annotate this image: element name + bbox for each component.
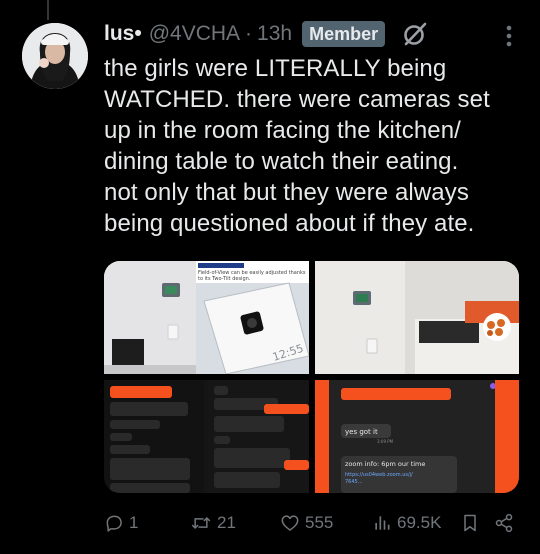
media-image-4[interactable]: yes got it 3:09 PM zoom info: 6pm our ti… xyxy=(314,380,519,493)
repost-icon xyxy=(191,516,211,530)
chat-zoom-label: zoom info: 6pm our time xyxy=(345,460,425,468)
media-image-3[interactable] xyxy=(104,380,309,493)
repost-count: 21 xyxy=(217,513,236,532)
svg-text:to its Two-Tilt design.: to its Two-Tilt design. xyxy=(198,276,251,282)
more-icon[interactable] xyxy=(497,22,521,50)
tweet-header: lus• @4VCHA · 13h Member xyxy=(104,18,429,50)
svg-text:7645...: 7645... xyxy=(345,479,363,485)
media-image-2[interactable] xyxy=(314,261,519,374)
avatar-image xyxy=(22,23,88,89)
reply-icon xyxy=(106,515,122,532)
svg-text:3:09 PM: 3:09 PM xyxy=(377,439,394,444)
action-bar: 1 21 555 69.5K xyxy=(104,508,524,538)
member-badge[interactable]: Member xyxy=(302,21,386,47)
reply-count: 1 xyxy=(129,513,139,532)
bookmark-icon xyxy=(464,514,476,532)
svg-text:https://us04web.zoom.us/j/: https://us04web.zoom.us/j/ xyxy=(345,472,413,478)
tweet-text: the girls were LITERALLY being WATCHED. … xyxy=(104,55,490,237)
chat-reply-text: yes got it xyxy=(345,428,378,436)
grok-icon[interactable] xyxy=(401,20,429,48)
share-icon xyxy=(495,513,513,533)
repost-button[interactable]: 21 xyxy=(190,508,236,538)
bookmark-button[interactable] xyxy=(461,508,479,538)
like-count: 555 xyxy=(305,513,334,532)
timestamp[interactable]: 13h xyxy=(257,22,292,46)
views-icon xyxy=(375,516,390,530)
heart-icon xyxy=(281,515,299,531)
reply-button[interactable]: 1 xyxy=(104,508,138,538)
user-handle[interactable]: @4VCHA xyxy=(149,22,240,46)
view-count: 69.5K xyxy=(397,513,442,532)
thread-connector-line xyxy=(47,0,49,20)
media-image-1[interactable]: Field-of-View can be easily adjusted tha… xyxy=(104,261,309,374)
avatar[interactable] xyxy=(22,23,88,89)
share-button[interactable] xyxy=(494,508,514,538)
views-button[interactable]: 69.5K xyxy=(372,508,441,538)
separator-dot: · xyxy=(245,22,253,45)
media-grid: Field-of-View can be easily adjusted tha… xyxy=(104,261,519,493)
like-button[interactable]: 555 xyxy=(280,508,333,538)
display-name[interactable]: lus• xyxy=(104,22,142,46)
